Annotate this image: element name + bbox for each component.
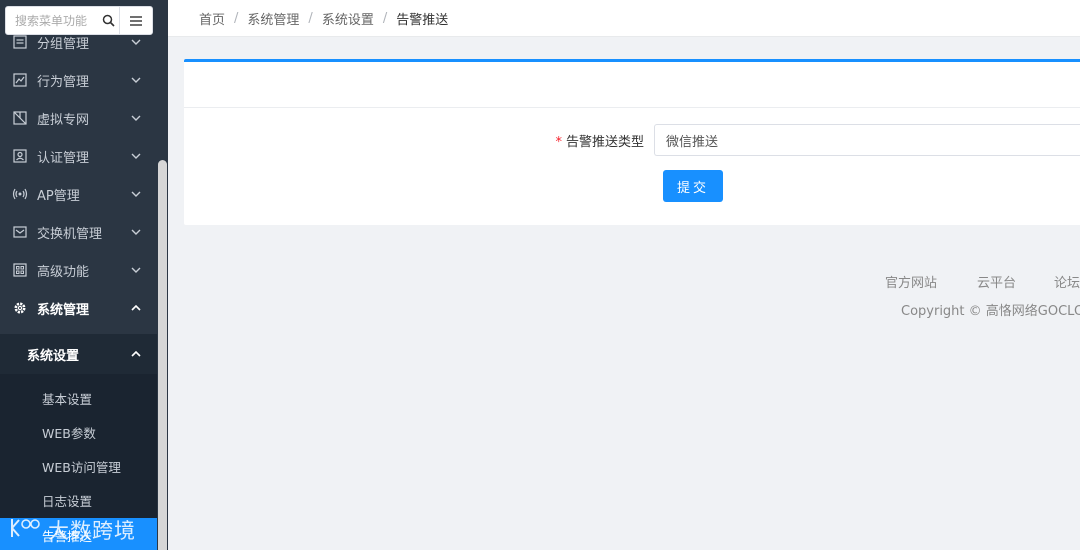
chevron-down-icon — [131, 115, 141, 121]
submenu-system-settings[interactable]: 系统设置 — [0, 334, 157, 374]
breadcrumb-current: 告警推送 — [396, 12, 449, 28]
copyright: Copyright © 高恪网络GOCLOUD — [901, 304, 1080, 319]
breadcrumb-separator: / — [234, 10, 239, 26]
menu-search — [5, 6, 153, 35]
breadcrumb-home[interactable]: 首页 — [199, 9, 225, 28]
grid-icon — [12, 262, 28, 278]
sidebar: 分组管理 行为管理 虚拟专网 认证管理 AP管理 交换机管理 高级功能 系统管理… — [0, 0, 168, 550]
sub-item-log-settings[interactable]: 日志设置 — [0, 483, 157, 517]
chevron-down-icon — [131, 153, 141, 159]
sidebar-scrollbar-thumb[interactable] — [158, 160, 167, 550]
breadcrumb-system-management[interactable]: 系统管理 — [247, 9, 299, 28]
sidebar-item-label: 分组管理 — [37, 36, 90, 52]
footer-link-official-site[interactable]: 官方网站 — [885, 272, 937, 291]
group-icon — [12, 34, 28, 50]
wireless-icon — [12, 186, 28, 202]
gear-icon — [12, 300, 28, 316]
breadcrumb-separator: / — [382, 10, 388, 26]
card-header — [184, 62, 1080, 108]
breadcrumb: 首页 / 系统管理 / 系统设置 / 告警推送 — [168, 0, 1080, 37]
sub-item-web-params[interactable]: WEB参数 — [0, 415, 157, 449]
submenu-list: 基本设置 WEB参数 WEB访问管理 日志设置 告警推送 — [0, 374, 157, 550]
sidebar-item-label: 行为管理 — [37, 74, 90, 90]
sidebar-item-auth[interactable]: 认证管理 — [0, 137, 157, 175]
chevron-down-icon — [131, 77, 141, 83]
required-mark: * — [555, 134, 562, 150]
sidebar-item-label: 认证管理 — [37, 150, 90, 166]
sidebar-item-label: AP管理 — [37, 188, 80, 204]
sidebar-menu: 分组管理 行为管理 虚拟专网 认证管理 AP管理 交换机管理 高级功能 系统管理… — [0, 0, 157, 550]
footer-link-cloud[interactable]: 云平台 — [977, 272, 1016, 291]
sidebar-item-ap[interactable]: AP管理 — [0, 175, 157, 213]
sidebar-item-label: 虚拟专网 — [37, 112, 90, 128]
chevron-down-icon — [131, 229, 141, 235]
hamburger-menu-icon[interactable] — [119, 7, 152, 34]
sidebar-item-vpn[interactable]: 虚拟专网 — [0, 99, 157, 137]
search-icon[interactable] — [98, 7, 119, 34]
sidebar-item-label: 系统管理 — [37, 302, 90, 318]
chart-line-icon — [12, 72, 28, 88]
search-input[interactable] — [6, 7, 98, 34]
sidebar-item-behavior[interactable]: 行为管理 — [0, 61, 157, 99]
sub-item-basic-settings[interactable]: 基本设置 — [0, 381, 157, 415]
sub-item-alarm-push[interactable]: 告警推送 — [0, 518, 157, 550]
chevron-up-icon — [131, 305, 141, 311]
chevron-down-icon — [131, 39, 141, 45]
breadcrumb-separator: / — [308, 10, 313, 26]
sidebar-item-switch[interactable]: 交换机管理 — [0, 213, 157, 251]
alarm-type-select[interactable]: 微信推送 — [654, 124, 1080, 156]
sidebar-item-label: 高级功能 — [37, 264, 90, 280]
sidebar-item-advanced[interactable]: 高级功能 — [0, 251, 157, 289]
chevron-up-icon — [131, 351, 141, 357]
chevron-down-icon — [131, 191, 141, 197]
breadcrumb-system-settings[interactable]: 系统设置 — [322, 9, 374, 28]
alarm-type-label: * 告警推送类型 — [184, 131, 654, 150]
footer-links: 官方网站 云平台 论坛 — [885, 272, 1080, 292]
sidebar-item-system[interactable]: 系统管理 — [0, 289, 157, 327]
submenu-title: 系统设置 — [27, 348, 80, 364]
alarm-type-label-text: 告警推送类型 — [565, 134, 644, 150]
alarm-type-row: * 告警推送类型 微信推送 — [184, 124, 1080, 156]
sidebar-item-label: 交换机管理 — [37, 226, 103, 242]
chevron-down-icon — [131, 267, 141, 273]
user-badge-icon — [12, 148, 28, 164]
switch-icon — [12, 224, 28, 240]
submit-button[interactable]: 提交 — [663, 170, 723, 202]
footer-link-forum[interactable]: 论坛 — [1054, 272, 1080, 291]
sub-item-web-access[interactable]: WEB访问管理 — [0, 449, 157, 483]
alarm-push-card: * 告警推送类型 微信推送 提交 — [184, 59, 1080, 225]
vpn-icon — [12, 110, 28, 126]
